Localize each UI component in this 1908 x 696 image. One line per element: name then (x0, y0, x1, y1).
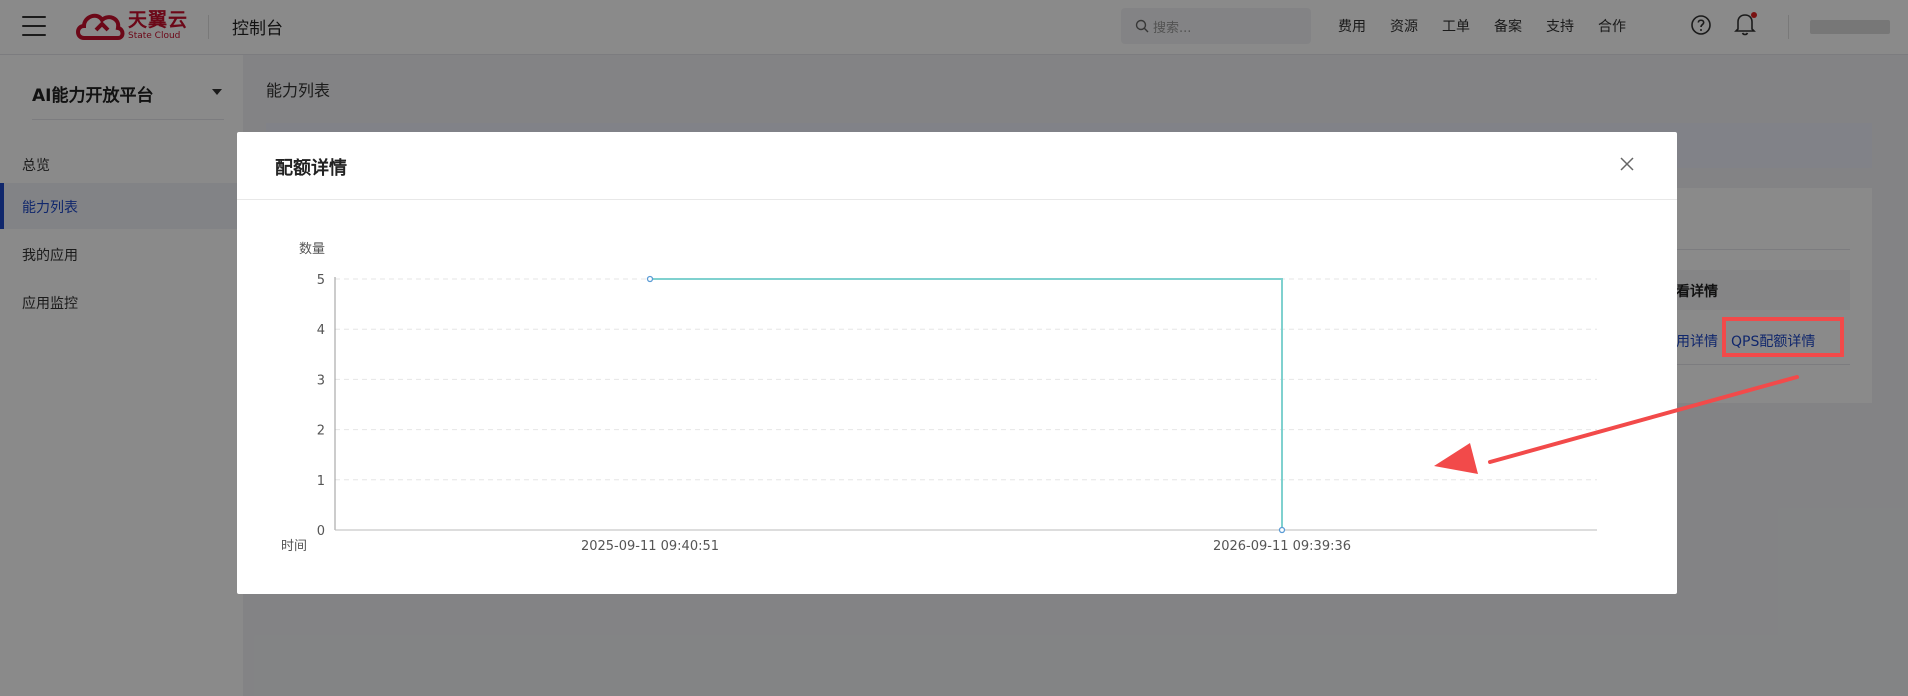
y-tick-label: 2 (317, 424, 325, 439)
y-tick-label: 0 (317, 524, 325, 539)
x-axis-ticks: 2025-09-11 09:40:51 2026-09-11 09:39:36 (581, 539, 1351, 554)
chart-axes (334, 277, 1597, 531)
y-axis-label: 数量 (299, 242, 325, 257)
y-tick-label: 3 (317, 373, 325, 388)
y-axis-ticks: 0 1 2 3 4 5 (317, 273, 325, 539)
data-point (1278, 526, 1286, 534)
y-tick-label: 4 (317, 323, 325, 338)
chart-grid (335, 278, 1597, 481)
y-tick-label: 5 (317, 273, 325, 288)
data-point (646, 275, 654, 283)
quota-details-modal: 配额详情 012345 2025-09-11 09:40:51 2026-09-1… (237, 132, 1677, 594)
y-tick-label: 1 (317, 474, 325, 489)
annotation-highlight-box (1722, 317, 1844, 357)
quota-chart: 0 1 2 3 4 5 2025-09-11 09:40:51 2026-09-11 09:… (281, 242, 1597, 554)
x-tick-label: 2025-09-11 09:40:51 (581, 539, 719, 554)
x-tick-label: 2026-09-11 09:39:36 (1213, 539, 1351, 554)
chart-series (646, 275, 1286, 534)
x-axis-label: 时间 (281, 539, 307, 554)
series-line (650, 278, 1283, 530)
